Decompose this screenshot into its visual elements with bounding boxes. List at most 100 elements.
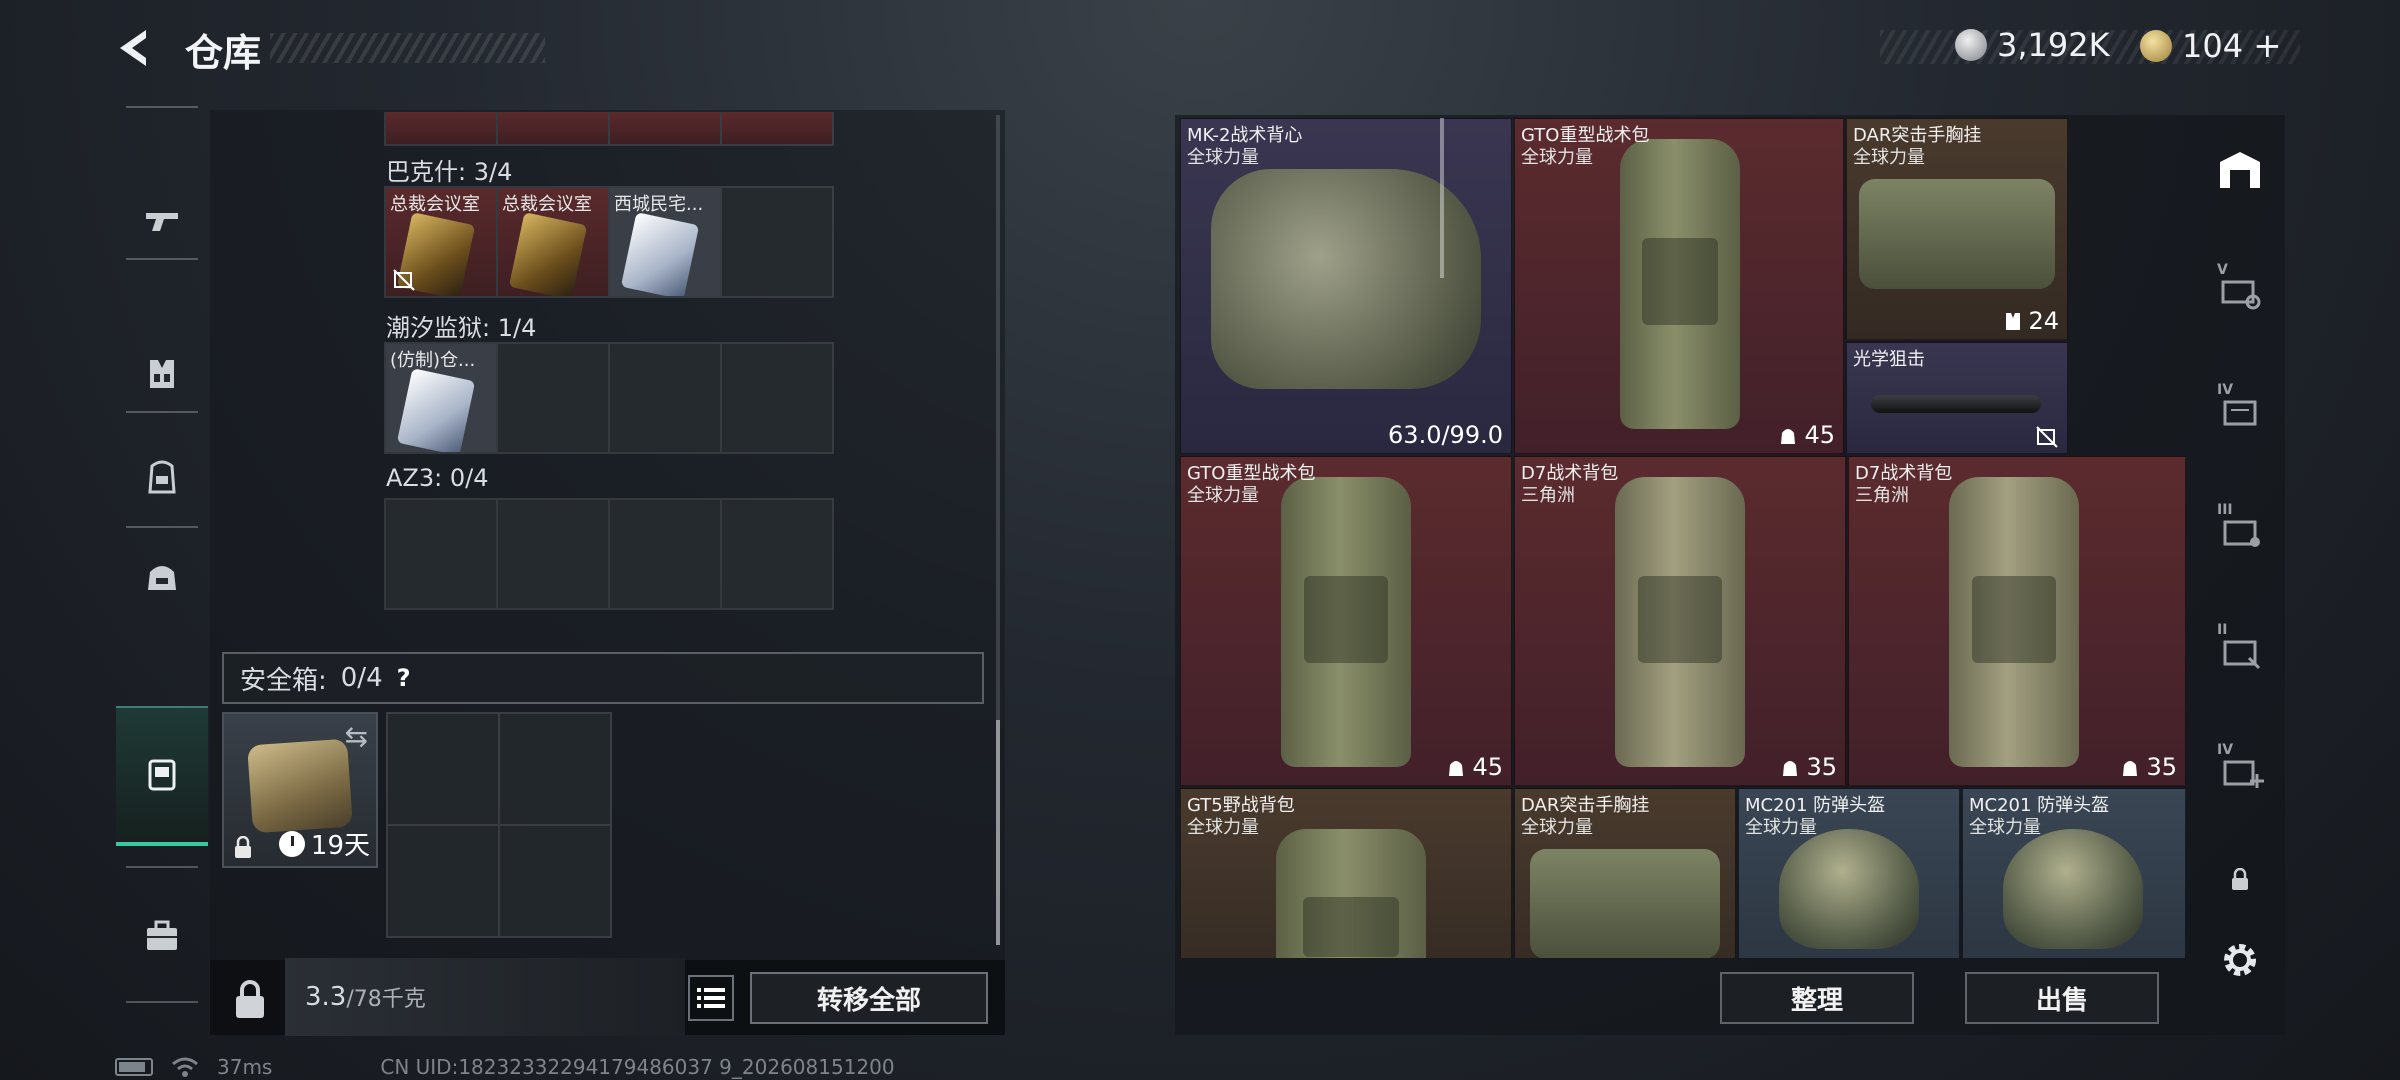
transfer-all-button[interactable]: 转移全部 bbox=[750, 972, 988, 1024]
item-source: 三角洲 bbox=[1521, 485, 1575, 506]
tier-label: III bbox=[2217, 502, 2233, 518]
key-slot-empty[interactable] bbox=[498, 500, 608, 608]
bakesh-label: 巴克什: 3/4 bbox=[386, 158, 513, 186]
tier-label: V bbox=[2217, 262, 2228, 278]
chest-rig-image bbox=[1859, 179, 2055, 289]
battery-icon bbox=[115, 1058, 153, 1076]
item-card[interactable]: DAR突击手胸挂 全球力量 bbox=[1514, 788, 1736, 958]
safe-case-icon bbox=[148, 759, 176, 791]
left-scrollbar-thumb[interactable] bbox=[996, 720, 1000, 945]
filter-tier-4-medical[interactable]: IV bbox=[2195, 720, 2285, 820]
tier-label: II bbox=[2217, 622, 2228, 638]
filter-locked[interactable] bbox=[2195, 850, 2285, 910]
sort-button[interactable]: 整理 bbox=[1720, 972, 1914, 1024]
safe-box-item[interactable]: ⇆ 19天 bbox=[222, 712, 378, 868]
key-name: 西城民宅... bbox=[614, 194, 704, 215]
key-slot[interactable] bbox=[722, 112, 832, 144]
item-card[interactable]: GTO重型战术包 全球力量 45 bbox=[1514, 118, 1844, 454]
filter-tier-3[interactable]: III bbox=[2195, 480, 2285, 580]
safe-slot[interactable] bbox=[500, 826, 610, 936]
key-slot[interactable] bbox=[386, 112, 496, 144]
keycard-image bbox=[508, 212, 588, 296]
safe-slot[interactable] bbox=[388, 714, 498, 824]
safe-slot[interactable] bbox=[500, 714, 610, 824]
item-card[interactable]: MC201 防弹头盔 全球力量 bbox=[1738, 788, 1960, 958]
swap-icon[interactable]: ⇆ bbox=[345, 720, 368, 753]
sell-button[interactable]: 出售 bbox=[1965, 972, 2159, 1024]
lock-icon bbox=[2232, 868, 2248, 890]
key-slot-empty[interactable] bbox=[610, 500, 720, 608]
key-slot[interactable] bbox=[610, 112, 720, 144]
item-card[interactable]: DAR突击手胸挂 全球力量 24 bbox=[1846, 118, 2068, 340]
az3-label: AZ3: 0/4 bbox=[386, 464, 489, 492]
key-slot-empty[interactable] bbox=[722, 344, 832, 452]
key-slot[interactable] bbox=[498, 112, 608, 144]
key-slot[interactable]: 总裁会议室 bbox=[498, 188, 608, 296]
filter-tier-2[interactable]: II bbox=[2195, 600, 2285, 700]
gear-icon bbox=[2224, 944, 2256, 976]
item-card[interactable]: D7战术背包 三角洲 35 bbox=[1514, 456, 1846, 786]
capacity-icon bbox=[1781, 429, 1796, 444]
key-slot-empty[interactable] bbox=[498, 344, 608, 452]
add-currency-button[interactable]: + bbox=[2253, 26, 2282, 66]
backpack-icon bbox=[148, 460, 176, 494]
item-card[interactable]: MC201 防弹头盔 全球力量 bbox=[1962, 788, 2186, 958]
filter-tier-4[interactable]: IV bbox=[2195, 360, 2285, 460]
nav-weapons[interactable] bbox=[116, 151, 208, 291]
item-capacity: 24 bbox=[2004, 307, 2059, 335]
item-durability: 63.0/99.0 bbox=[1388, 421, 1503, 449]
gold-amount: 104 bbox=[2182, 27, 2244, 65]
settings-button[interactable] bbox=[2195, 925, 2285, 995]
key-slot[interactable]: (仿制)仓... bbox=[386, 344, 496, 452]
helmet-image bbox=[2003, 829, 2143, 949]
weight-current: 3.3 bbox=[305, 982, 347, 1012]
right-scrollbar[interactable] bbox=[1440, 118, 1444, 278]
tier-label: IV bbox=[2217, 742, 2234, 758]
safe-box-count: 0/4 bbox=[340, 663, 383, 693]
nav-safe-case[interactable] bbox=[116, 706, 208, 846]
capacity-icon bbox=[1449, 761, 1464, 776]
key-slot-empty[interactable] bbox=[722, 188, 832, 296]
list-icon bbox=[697, 988, 725, 1008]
item-card[interactable]: GTO重型战术包 全球力量 45 bbox=[1180, 456, 1512, 786]
vest-small-icon bbox=[2006, 313, 2021, 330]
tier-label: IV bbox=[2217, 382, 2234, 398]
item-card[interactable]: MK-2战术背心 全球力量 63.0/99.0 bbox=[1180, 118, 1512, 454]
status-bar: 37ms CN UID:18232332294179486037 9_20260… bbox=[115, 1055, 895, 1079]
help-button[interactable]: ? bbox=[397, 664, 411, 692]
item-card[interactable]: 光学狙击 bbox=[1846, 342, 2068, 454]
filter-tier-5[interactable]: V bbox=[2195, 240, 2285, 340]
nav-bags[interactable] bbox=[116, 506, 208, 646]
capacity-icon bbox=[1783, 761, 1798, 776]
keycard-image bbox=[620, 212, 700, 296]
bag-icon bbox=[148, 566, 176, 590]
chest-rig-image bbox=[1530, 849, 1720, 958]
filter-all[interactable] bbox=[2195, 120, 2285, 220]
back-arrow-icon[interactable] bbox=[112, 24, 160, 72]
key-slot-empty[interactable] bbox=[610, 344, 720, 452]
silver-currency: 3,192K bbox=[1955, 26, 2110, 64]
helmet-image bbox=[1779, 829, 1919, 949]
nav-briefcase[interactable] bbox=[116, 866, 208, 1006]
gold-currency[interactable]: 104 + bbox=[2140, 26, 2282, 66]
key-slot[interactable]: 总裁会议室 bbox=[386, 188, 496, 296]
no-sell-icon bbox=[393, 269, 415, 291]
warehouse-icon bbox=[2220, 152, 2260, 188]
safe-slot[interactable] bbox=[388, 826, 498, 936]
key-slot-empty[interactable] bbox=[722, 500, 832, 608]
key-slot[interactable]: 西城民宅... bbox=[610, 188, 720, 296]
key-slot-empty[interactable] bbox=[386, 500, 496, 608]
list-view-button[interactable] bbox=[688, 975, 734, 1021]
safe-box-header: 安全箱: 0/4 ? bbox=[222, 652, 984, 704]
item-source: 全球力量 bbox=[1745, 817, 1817, 838]
capacity-value: 35 bbox=[2146, 753, 2177, 781]
item-card[interactable]: D7战术背包 三角洲 35 bbox=[1848, 456, 2186, 786]
silver-coin-icon bbox=[1955, 29, 1987, 61]
briefcase-icon bbox=[147, 920, 177, 950]
ping-text: 37ms bbox=[217, 1055, 273, 1079]
backpack-image bbox=[1949, 477, 2079, 767]
key-name: (仿制)仓... bbox=[390, 350, 476, 371]
scope-image bbox=[1871, 395, 2041, 413]
duration-text: 19天 bbox=[310, 831, 370, 861]
item-card[interactable]: GT5野战背包 全球力量 bbox=[1180, 788, 1512, 958]
